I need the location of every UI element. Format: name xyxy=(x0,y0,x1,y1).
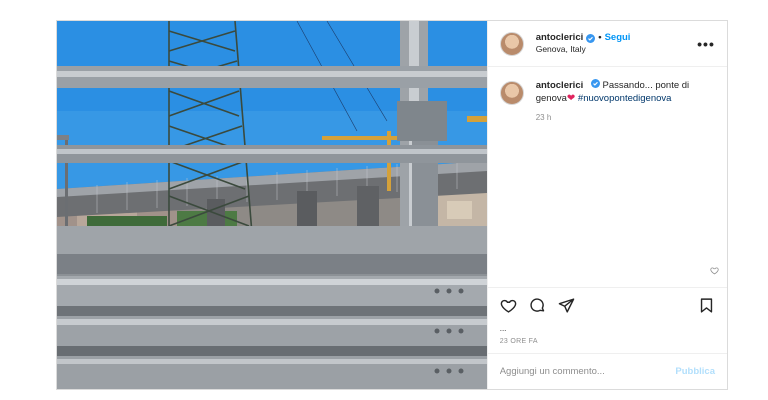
post-location[interactable]: Genova, Italy xyxy=(536,44,697,55)
comment-icon[interactable] xyxy=(529,297,546,314)
more-options-icon[interactable]: ••• xyxy=(697,37,715,51)
caption-hashtag[interactable]: #nuovopontedigenova xyxy=(578,93,672,104)
bridge-photo-illustration xyxy=(57,21,487,389)
heart-emoji: ❤ xyxy=(566,93,576,105)
header-separator: • xyxy=(598,32,602,44)
author-avatar[interactable] xyxy=(499,31,524,56)
comments-area: antoclerici Passando... ponte di genova❤… xyxy=(488,67,727,287)
post-sidebar: antoclerici • Segui Genova, Italy ••• an… xyxy=(486,21,727,389)
author-username[interactable]: antoclerici xyxy=(536,32,584,44)
author-row: antoclerici • Segui xyxy=(536,32,697,44)
post-header: antoclerici • Segui Genova, Italy ••• xyxy=(487,21,727,67)
caption-time: 23 h xyxy=(535,113,552,123)
post-timestamp[interactable]: 23 ORE FA xyxy=(488,335,727,353)
bookmark-icon[interactable] xyxy=(698,297,715,314)
share-icon[interactable] xyxy=(558,297,575,314)
caption-body: antoclerici Passando... ponte di genova❤… xyxy=(536,79,715,123)
comment-input[interactable] xyxy=(499,366,676,377)
instagram-post: antoclerici • Segui Genova, Italy ••• an… xyxy=(56,20,728,390)
follow-button[interactable]: Segui xyxy=(605,32,631,44)
add-comment-bar: Pubblica xyxy=(487,353,727,389)
likes-count[interactable]: ... xyxy=(488,323,727,335)
author-info: antoclerici • Segui Genova, Italy xyxy=(536,32,697,55)
post-photo[interactable] xyxy=(57,21,487,389)
caption-text-block: antoclerici Passando... ponte di genova❤… xyxy=(536,79,715,106)
comment-like-heart-icon[interactable] xyxy=(710,266,719,275)
post-actions xyxy=(487,287,727,323)
verified-badge-icon xyxy=(586,33,596,43)
publish-button[interactable]: Pubblica xyxy=(675,366,715,377)
heart-icon[interactable] xyxy=(500,297,517,314)
verified-badge-icon xyxy=(590,79,600,88)
caption-avatar[interactable] xyxy=(499,81,524,105)
post-caption: antoclerici Passando... ponte di genova❤… xyxy=(499,79,715,123)
caption-username[interactable]: antoclerici xyxy=(536,80,584,91)
